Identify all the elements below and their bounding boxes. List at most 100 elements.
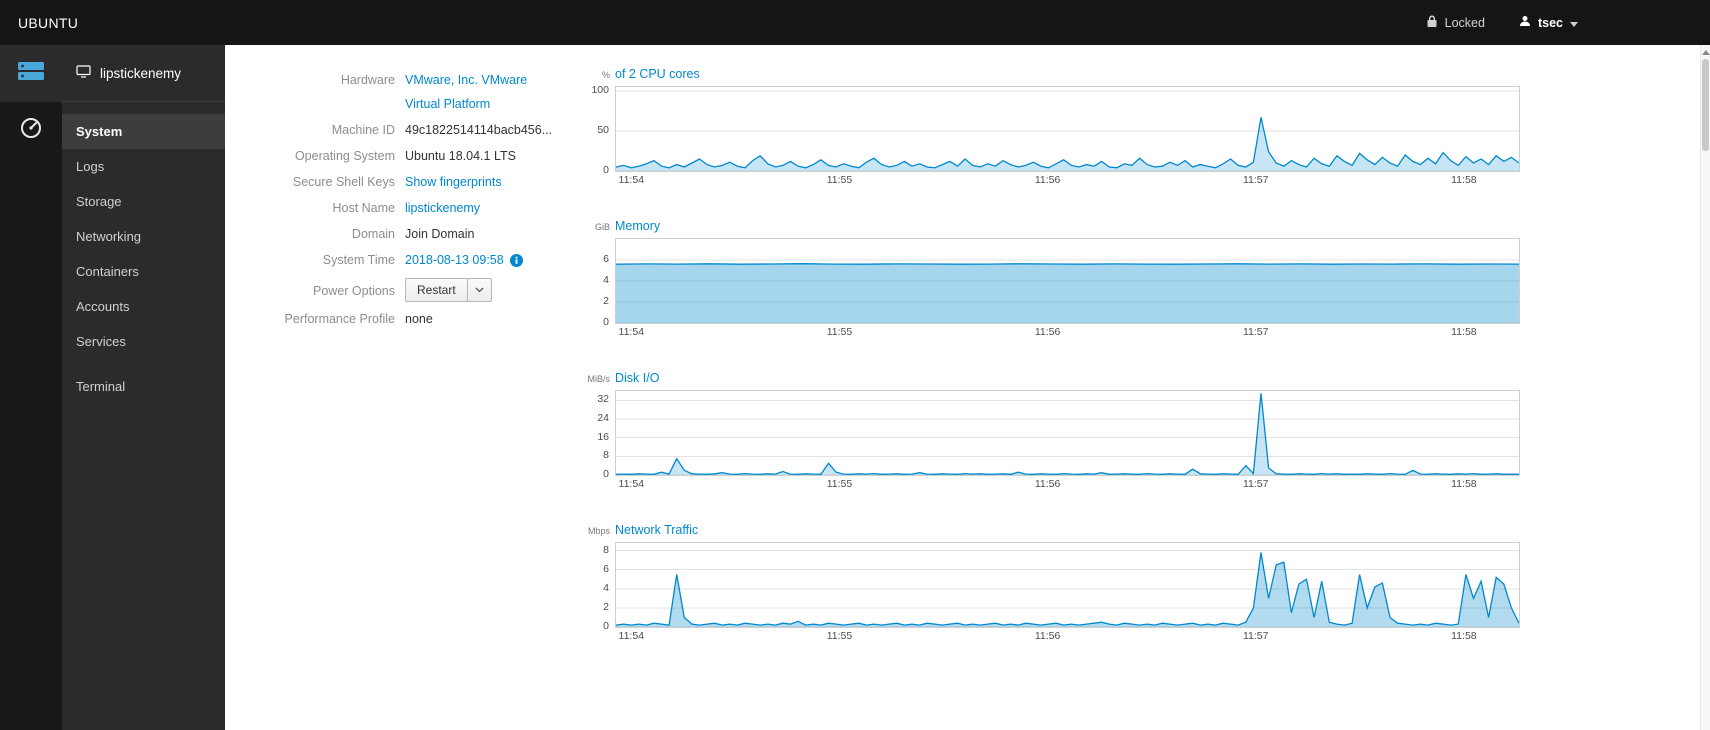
chart-canvas xyxy=(616,90,1519,171)
scroll-up-arrow[interactable] xyxy=(1702,48,1710,56)
nav-item-logs[interactable]: Logs xyxy=(62,149,225,184)
disk-io-chart: MiB/s Disk I/O 0 8 16 24 32 11:54 11:55 11:56 1… xyxy=(585,371,1520,494)
cpu-chart: % of 2 CPU cores 0 50 100 11:54 11:55 11:56 1… xyxy=(585,67,1520,190)
system-time-label: System Time xyxy=(322,252,395,267)
memory-unit-label: GiB xyxy=(594,222,610,232)
network-traffic-chart: Mbps Network Traffic 02468 11:54 11:55 11:… xyxy=(585,523,1520,646)
gauge-icon xyxy=(19,116,43,145)
charts-panel: % of 2 CPU cores 0 50 100 11:54 11:55 11:56 1… xyxy=(585,67,1520,675)
server-icon xyxy=(16,60,46,87)
network-chart-link[interactable]: Network Traffic xyxy=(615,523,698,537)
x-axis-tick: 11:55 xyxy=(826,326,853,338)
x-axis-tick: 11:56 xyxy=(1034,478,1061,490)
host-header: lipstickenemy xyxy=(62,45,225,102)
x-axis-tick: 11:57 xyxy=(1242,630,1269,642)
restart-button[interactable]: Restart xyxy=(405,277,468,302)
hardware-value-line2: Virtual Platform xyxy=(405,96,491,111)
machine-id-value: 49c1822514114bacb456... xyxy=(405,122,553,137)
os-row: Operating System Ubuntu 18.04.1 LTS xyxy=(225,143,585,169)
cpu-plot-area xyxy=(615,86,1520,172)
locked-label: Locked xyxy=(1444,15,1485,30)
domain-label: Domain xyxy=(351,226,395,241)
hostname-link[interactable]: lipstickenemy xyxy=(405,201,480,215)
machine-id-row: Machine ID 49c1822514114bacb456... xyxy=(225,117,585,143)
y-axis-tick: 4 xyxy=(603,581,609,594)
memory-plot-area xyxy=(615,238,1520,324)
memory-chart-link[interactable]: Memory xyxy=(615,219,660,233)
nav-item-networking[interactable]: Networking xyxy=(62,219,225,254)
locked-indicator[interactable]: Locked xyxy=(1427,15,1485,31)
hostname-row: Host Name lipstickenemy xyxy=(225,195,585,221)
info-icon[interactable] xyxy=(509,253,523,267)
topbar-right-group: Locked tsec xyxy=(1427,15,1710,31)
chart-canvas xyxy=(616,550,1519,627)
x-axis-tick: 11:54 xyxy=(618,478,645,490)
y-axis-tick: 4 xyxy=(603,274,609,286)
vertical-scrollbar[interactable] xyxy=(1700,45,1710,730)
hardware-label: Hardware xyxy=(340,72,395,87)
app-body: lipstickenemy System Logs Storage Networ… xyxy=(0,45,1710,730)
nav-item-accounts[interactable]: Accounts xyxy=(62,289,225,324)
nav-item-containers[interactable]: Containers xyxy=(62,254,225,289)
system-time-link[interactable]: 2018-08-13 09:58 xyxy=(405,252,504,269)
y-axis-tick: 0 xyxy=(603,164,609,176)
nav-item-storage[interactable]: Storage xyxy=(62,184,225,219)
ssh-keys-label: Secure Shell Keys xyxy=(292,174,395,189)
network-unit-label: Mbps xyxy=(587,526,610,536)
show-fingerprints-link[interactable]: Show fingerprints xyxy=(405,175,502,189)
scrollbar-thumb[interactable] xyxy=(1702,59,1709,151)
network-y-axis: 0 2 4 6 8 xyxy=(585,542,615,632)
sidebar-nav: lipstickenemy System Logs Storage Networ… xyxy=(62,45,225,730)
hardware-value-line1: VMware, Inc. VMware xyxy=(405,72,528,87)
performance-profile-row: Performance Profile none xyxy=(225,306,585,332)
x-axis-tick: 11:54 xyxy=(618,630,645,642)
nav-item-services[interactable]: Services xyxy=(62,324,225,359)
nav-items: System Logs Storage Networking Container… xyxy=(62,102,225,404)
nav-item-terminal[interactable]: Terminal xyxy=(62,369,225,404)
disk-io-unit-label: MiB/s xyxy=(587,374,611,384)
power-split-button: Restart xyxy=(405,277,492,302)
x-axis-tick: 11:55 xyxy=(826,174,853,186)
system-page: Hardware VMware, Inc. VMware Virtual Plat… xyxy=(225,45,1710,730)
y-axis-tick: 0 xyxy=(603,468,609,480)
restart-dropdown-button[interactable] xyxy=(467,277,492,302)
y-axis-tick: 8 xyxy=(603,449,609,462)
y-axis-tick: 24 xyxy=(597,412,609,424)
disk-io-chart-link[interactable]: Disk I/O xyxy=(615,371,659,385)
network-x-axis: 11:54 11:55 11:56 11:57 11:58 xyxy=(615,630,1520,646)
x-axis-tick: 11:56 xyxy=(1034,326,1061,338)
join-domain-action[interactable]: Join Domain xyxy=(405,226,585,243)
chart-canvas xyxy=(616,259,1519,323)
y-axis-tick: 16 xyxy=(597,430,609,443)
cpu-y-axis: 0 50 100 xyxy=(585,84,615,176)
chart-canvas xyxy=(616,393,1519,475)
dashboard-gauge-icon-tile[interactable] xyxy=(0,102,62,159)
brand-logo: UBUNTU xyxy=(18,14,79,31)
cpu-chart-link[interactable]: of 2 CPU cores xyxy=(615,67,700,81)
system-info-panel: Hardware VMware, Inc. VMware Virtual Plat… xyxy=(225,67,585,332)
machine-id-label: Machine ID xyxy=(331,122,395,137)
nav-item-system[interactable]: System xyxy=(62,114,225,149)
host-name: lipstickenemy xyxy=(100,65,182,81)
ssh-keys-row: Secure Shell Keys Show fingerprints xyxy=(225,169,585,195)
y-axis-tick: 32 xyxy=(597,393,609,406)
machine-server-icon-tile[interactable] xyxy=(0,45,62,102)
x-axis-tick: 11:58 xyxy=(1451,326,1477,338)
power-options-label: Power Options xyxy=(313,283,395,298)
memory-x-axis: 11:54 11:55 11:56 11:57 11:58 xyxy=(615,326,1520,342)
x-axis-tick: 11:57 xyxy=(1242,174,1269,186)
memory-y-axis: 0 2 4 6 xyxy=(585,238,615,328)
y-axis-tick: 100 xyxy=(591,84,609,96)
lock-icon xyxy=(1427,15,1438,31)
hardware-link[interactable]: VMware, Inc. VMware Virtual Platform xyxy=(405,72,585,113)
user-name: tsec xyxy=(1537,15,1563,30)
user-icon xyxy=(1519,15,1531,30)
x-axis-tick: 11:58 xyxy=(1451,174,1477,186)
cpu-x-axis: 11:54 11:55 11:56 11:57 11:58 xyxy=(615,174,1520,190)
user-menu[interactable]: tsec xyxy=(1519,15,1578,30)
x-axis-tick: 11:58 xyxy=(1451,478,1477,490)
hostname-label: Host Name xyxy=(332,200,395,215)
domain-row: Domain Join Domain xyxy=(225,221,585,247)
machine-icon-strip xyxy=(0,45,62,730)
y-axis-tick: 0 xyxy=(603,316,609,328)
